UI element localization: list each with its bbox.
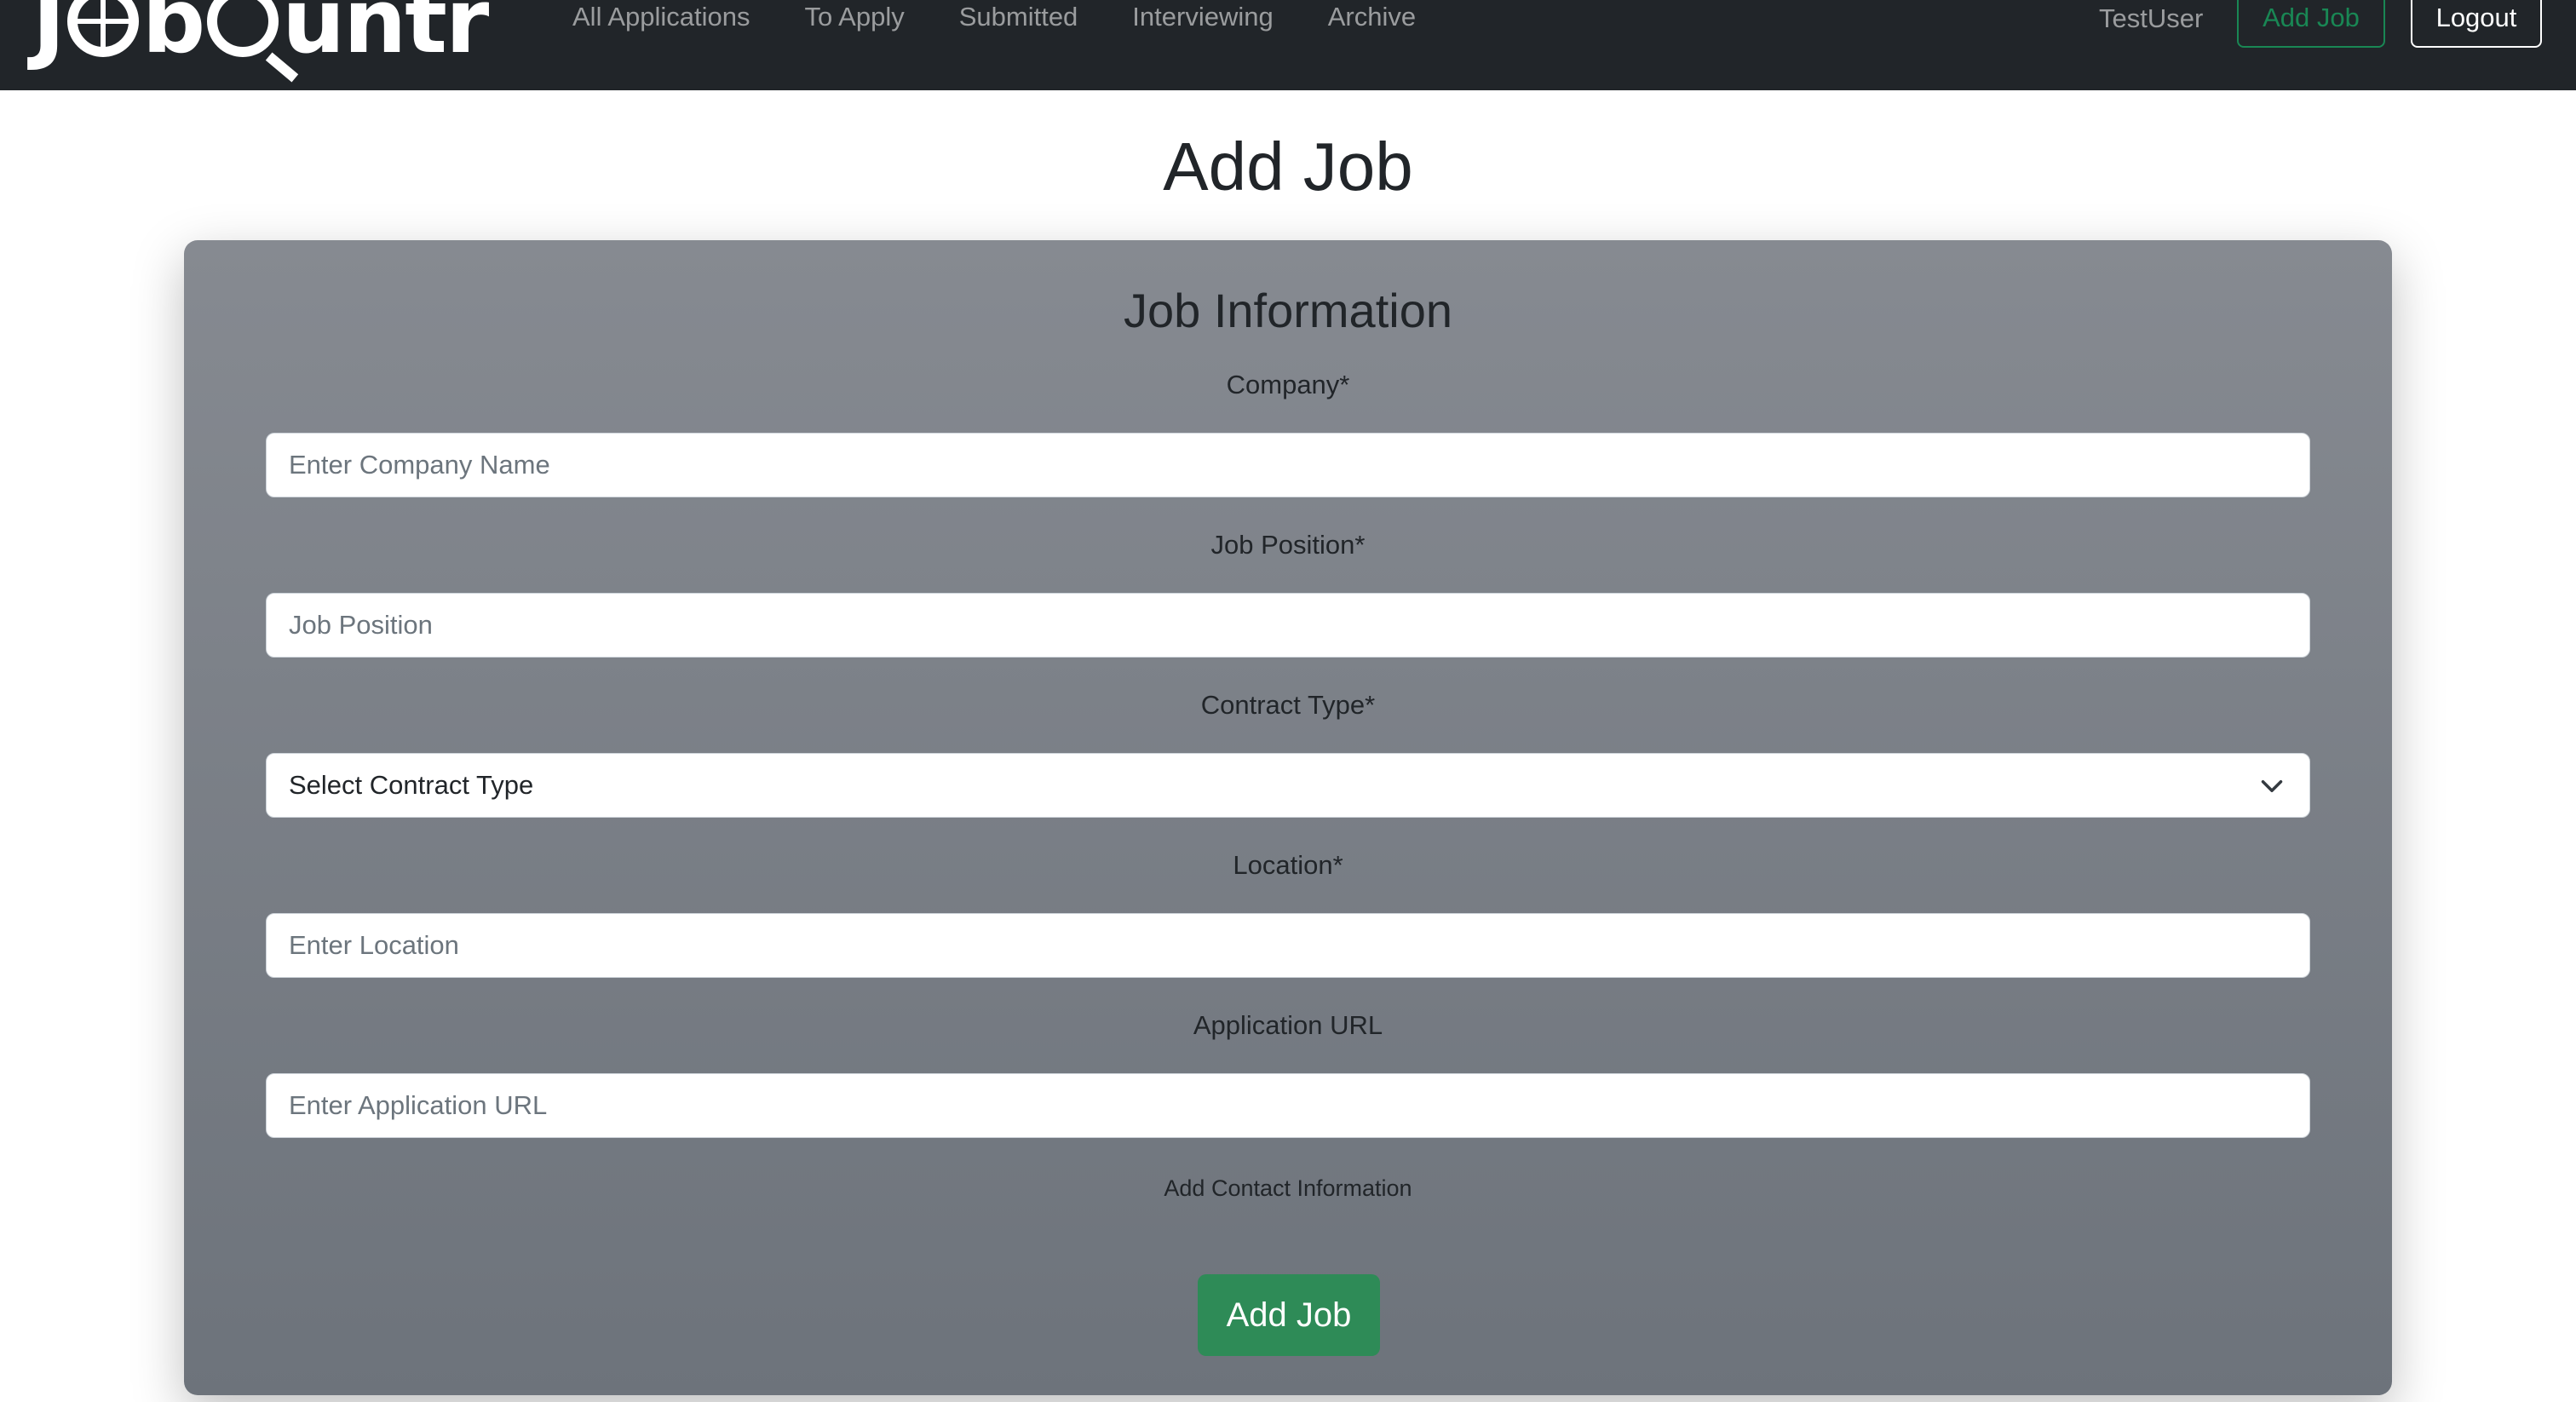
contract-type-selected: Select Contract Type xyxy=(289,770,534,800)
magnifier-icon xyxy=(207,0,279,57)
globe-icon xyxy=(66,0,139,57)
contract-type-select[interactable]: Select Contract Type xyxy=(266,753,2310,818)
card-title: Job Information xyxy=(1124,284,1452,337)
page-title: Add Job xyxy=(1163,129,1413,204)
nav-add-job-button[interactable]: Add Job xyxy=(2237,0,2385,48)
logo-letter-b: b xyxy=(141,0,205,73)
location-label: Location* xyxy=(1233,850,1343,880)
logout-button[interactable]: Logout xyxy=(2411,0,2542,48)
application-url-label: Application URL xyxy=(1193,1010,1383,1040)
add-contact-information-link[interactable]: Add Contact Information xyxy=(184,1175,2392,1202)
chevron-down-icon xyxy=(2261,780,2283,792)
nav-link-interviewing[interactable]: Interviewing xyxy=(1132,0,1273,34)
application-url-input[interactable]: Enter Application URL xyxy=(266,1073,2310,1138)
jobhuntr-logo[interactable]: Jb untr xyxy=(32,0,489,73)
add-job-submit-button[interactable]: Add Job xyxy=(1198,1274,1380,1356)
username-label: TestUser xyxy=(2099,3,2204,33)
nav-links: All Applications To Apply Submitted Inte… xyxy=(572,0,1470,34)
contract-type-label: Contract Type* xyxy=(1200,690,1376,720)
logo-letters-untr: untr xyxy=(282,0,489,73)
company-label: Company* xyxy=(1226,370,1350,399)
nav-link-archive[interactable]: Archive xyxy=(1328,0,1416,34)
nav-link-to-apply[interactable]: To Apply xyxy=(805,0,905,34)
company-input[interactable]: Enter Company Name xyxy=(266,433,2310,497)
job-information-card: Job Information Company* Enter Company N… xyxy=(184,240,2392,1395)
location-input[interactable]: Enter Location xyxy=(266,913,2310,978)
job-position-label: Job Position* xyxy=(1210,530,1366,560)
nav-link-submitted[interactable]: Submitted xyxy=(959,0,1078,34)
top-navbar: Jb untr All Applications To Apply Submitt… xyxy=(0,0,2576,90)
job-position-input[interactable]: Job Position xyxy=(266,593,2310,658)
nav-link-all-applications[interactable]: All Applications xyxy=(572,0,750,34)
logo-letter-j: J xyxy=(32,0,66,73)
